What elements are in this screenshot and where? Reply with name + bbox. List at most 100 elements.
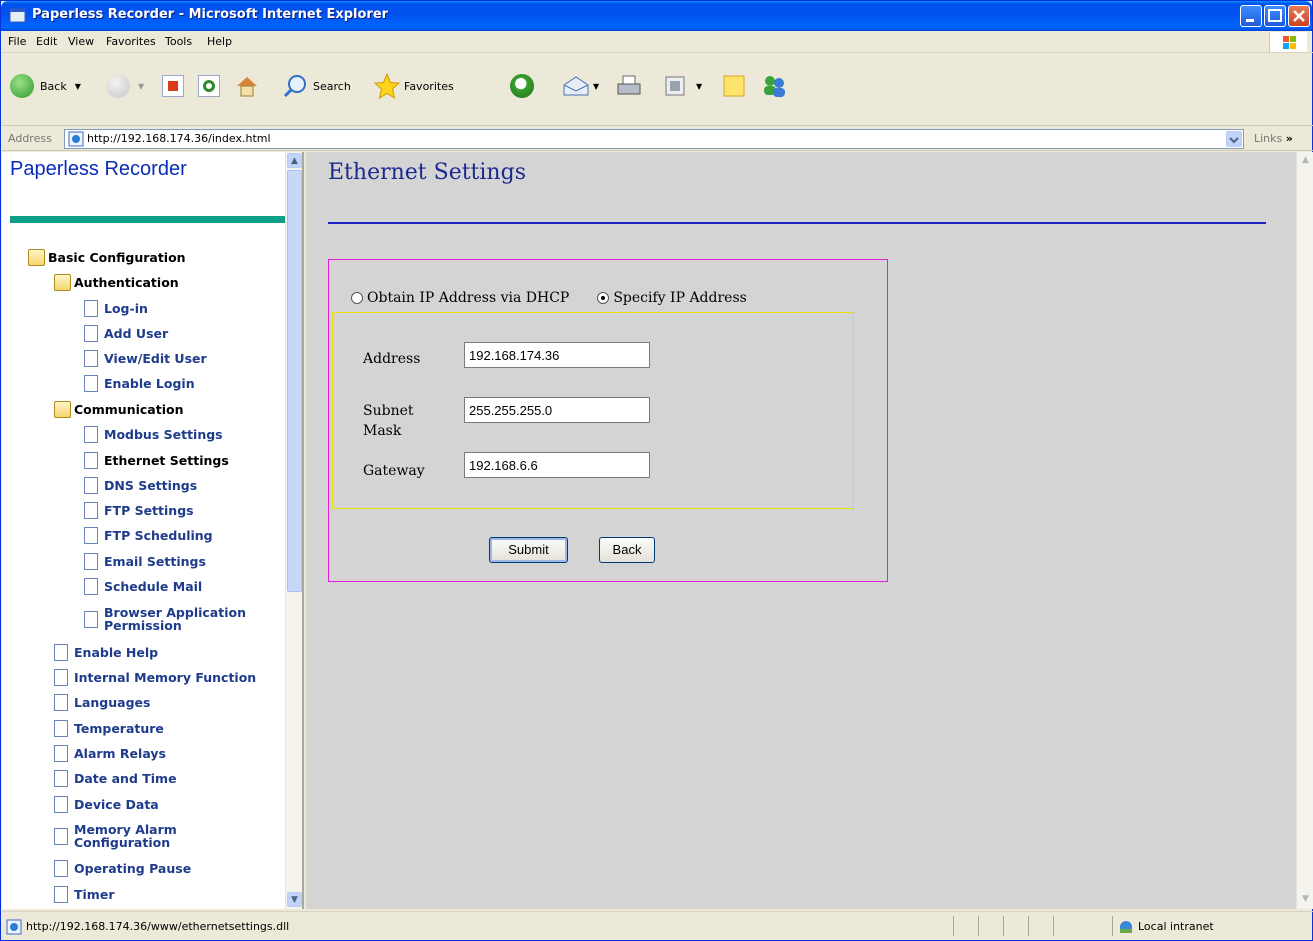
- subnet-mask-input[interactable]: [464, 397, 650, 423]
- scroll-up-button[interactable]: ▲: [287, 153, 302, 168]
- scroll-down-button[interactable]: ▼: [1298, 892, 1313, 907]
- page-icon: [54, 668, 68, 686]
- refresh-button[interactable]: [198, 70, 220, 102]
- sidebar-scroll-thumb[interactable]: [287, 170, 302, 592]
- dhcp-radio[interactable]: [351, 292, 363, 304]
- tree-item-alarm-relays[interactable]: Alarm Relays: [54, 742, 166, 764]
- forward-dropdown-icon: ▼: [138, 81, 145, 91]
- messenger-icon: [764, 76, 785, 97]
- links-button[interactable]: Links »: [1254, 132, 1293, 145]
- tree-item-date-and-time[interactable]: Date and Time: [54, 767, 177, 789]
- forward-button[interactable]: ▼: [106, 70, 144, 102]
- folder-open-icon: [54, 273, 71, 291]
- menu-favorites[interactable]: Favorites: [106, 35, 156, 48]
- sidebar-scrollbar[interactable]: ▲ ▼: [285, 152, 302, 909]
- gateway-input[interactable]: [464, 452, 650, 478]
- tree-item-enable-login[interactable]: Enable Login: [84, 372, 195, 394]
- ip-address-input[interactable]: [464, 342, 650, 368]
- favorites-button[interactable]: Favorites: [373, 70, 454, 102]
- messenger-button[interactable]: [759, 70, 789, 102]
- tree-item-add-user[interactable]: Add User: [84, 322, 168, 344]
- print-button[interactable]: [615, 70, 643, 102]
- page-done-icon: [6, 919, 22, 935]
- close-icon: [1293, 10, 1305, 22]
- page-icon: [84, 501, 98, 519]
- address-dropdown-button[interactable]: [1226, 131, 1242, 147]
- folder-open-icon: [54, 400, 71, 418]
- status-text: http://192.168.174.36/www/ethernetsettin…: [26, 920, 290, 933]
- address-label: Address: [8, 132, 52, 145]
- status-separator: [953, 916, 954, 936]
- back-button[interactable]: Back ▼: [10, 70, 81, 102]
- mail-button[interactable]: ▼: [561, 70, 599, 102]
- menu-edit[interactable]: Edit: [36, 35, 57, 48]
- page-icon: [54, 769, 68, 787]
- address-input[interactable]: http://192.168.174.36/index.html: [64, 129, 1244, 149]
- tree-item-ethernet-settings[interactable]: Ethernet Settings: [84, 449, 229, 471]
- tree-item-temperature[interactable]: Temperature: [54, 717, 164, 739]
- content-frame: Ethernet Settings Obtain IP Address via …: [306, 152, 1313, 909]
- tree-folder-communication[interactable]: Communication: [54, 398, 184, 420]
- content-scrollbar[interactable]: ▲ ▼: [1296, 152, 1313, 909]
- tree-item-schedule-mail[interactable]: Schedule Mail: [84, 575, 202, 597]
- tree-item-log-in[interactable]: Log-in: [84, 297, 148, 319]
- tree-item-languages[interactable]: Languages: [54, 691, 150, 713]
- scroll-down-button[interactable]: ▼: [287, 892, 302, 907]
- tree-item-dns-settings[interactable]: DNS Settings: [84, 474, 197, 496]
- page-icon: [84, 425, 98, 443]
- static-ip-radio-label[interactable]: Specify IP Address: [613, 290, 746, 306]
- page-icon: [84, 299, 98, 317]
- tree-item-modbus-settings[interactable]: Modbus Settings: [84, 423, 223, 445]
- static-ip-radio[interactable]: [597, 292, 610, 304]
- edit-page-icon: [665, 76, 685, 96]
- page-icon: [54, 859, 68, 877]
- tree-item-enable-help[interactable]: Enable Help: [54, 641, 158, 663]
- sidebar-divider: [10, 216, 286, 223]
- tree-item-ftp-settings[interactable]: FTP Settings: [84, 499, 194, 521]
- tree-item-view-edit-user[interactable]: View/Edit User: [84, 347, 207, 369]
- tree-item-device-data[interactable]: Device Data: [54, 793, 159, 815]
- address-field-label: Address: [363, 351, 421, 367]
- menu-bar: File Edit View Favorites Tools Help: [2, 31, 1313, 53]
- subnet-field-label: Subnet Mask: [363, 403, 414, 439]
- tree-folder-basic-configuration[interactable]: Basic Configuration: [28, 246, 186, 268]
- edit-button[interactable]: ▼: [664, 70, 702, 102]
- stop-button[interactable]: [162, 70, 184, 102]
- tree-item-memory-alarm-configuration[interactable]: Memory Alarm Configuration: [54, 819, 177, 853]
- page-icon: [84, 349, 98, 367]
- page-icon: [54, 795, 68, 813]
- history-button[interactable]: [510, 70, 534, 102]
- menu-tools[interactable]: Tools: [165, 35, 192, 48]
- status-separator: [1003, 916, 1004, 936]
- minimize-button[interactable]: [1240, 5, 1262, 27]
- menu-view[interactable]: View: [68, 35, 94, 48]
- menu-file[interactable]: File: [8, 35, 26, 48]
- address-url: http://192.168.174.36/index.html: [87, 132, 271, 145]
- home-button[interactable]: [234, 70, 260, 102]
- tree-folder-authentication[interactable]: Authentication: [54, 271, 179, 293]
- back-form-button[interactable]: Back: [599, 537, 655, 563]
- stop-icon: [162, 75, 184, 97]
- search-button[interactable]: Search: [283, 70, 351, 102]
- favorites-star-icon: [373, 72, 401, 100]
- back-dropdown-icon: ▼: [74, 81, 81, 91]
- tree-item-email-settings[interactable]: Email Settings: [84, 550, 206, 572]
- maximize-button[interactable]: [1264, 5, 1286, 27]
- menu-help[interactable]: Help: [207, 35, 232, 48]
- discuss-button[interactable]: [722, 70, 746, 102]
- dhcp-radio-label[interactable]: Obtain IP Address via DHCP: [367, 290, 569, 306]
- print-icon: [617, 75, 641, 95]
- tree-item-ftp-scheduling[interactable]: FTP Scheduling: [84, 524, 213, 546]
- tree-item-operating-pause[interactable]: Operating Pause: [54, 857, 191, 879]
- scroll-up-button[interactable]: ▲: [1298, 153, 1313, 168]
- status-separator: [1053, 916, 1054, 936]
- browser-window: Paperless Recorder - Microsoft Internet …: [0, 0, 1313, 941]
- tree-item-browser-application-permission[interactable]: Browser Application Permission: [84, 602, 246, 636]
- ethernet-settings-form: Obtain IP Address via DHCP Specify IP Ad…: [328, 259, 888, 582]
- close-button[interactable]: [1288, 5, 1310, 27]
- ie-icon: [9, 8, 26, 23]
- tree-item-internal-memory-function[interactable]: Internal Memory Function: [54, 666, 256, 688]
- submit-button[interactable]: Submit: [489, 537, 568, 563]
- tree-item-timer[interactable]: Timer: [54, 883, 114, 905]
- gateway-field-label: Gateway: [363, 463, 425, 479]
